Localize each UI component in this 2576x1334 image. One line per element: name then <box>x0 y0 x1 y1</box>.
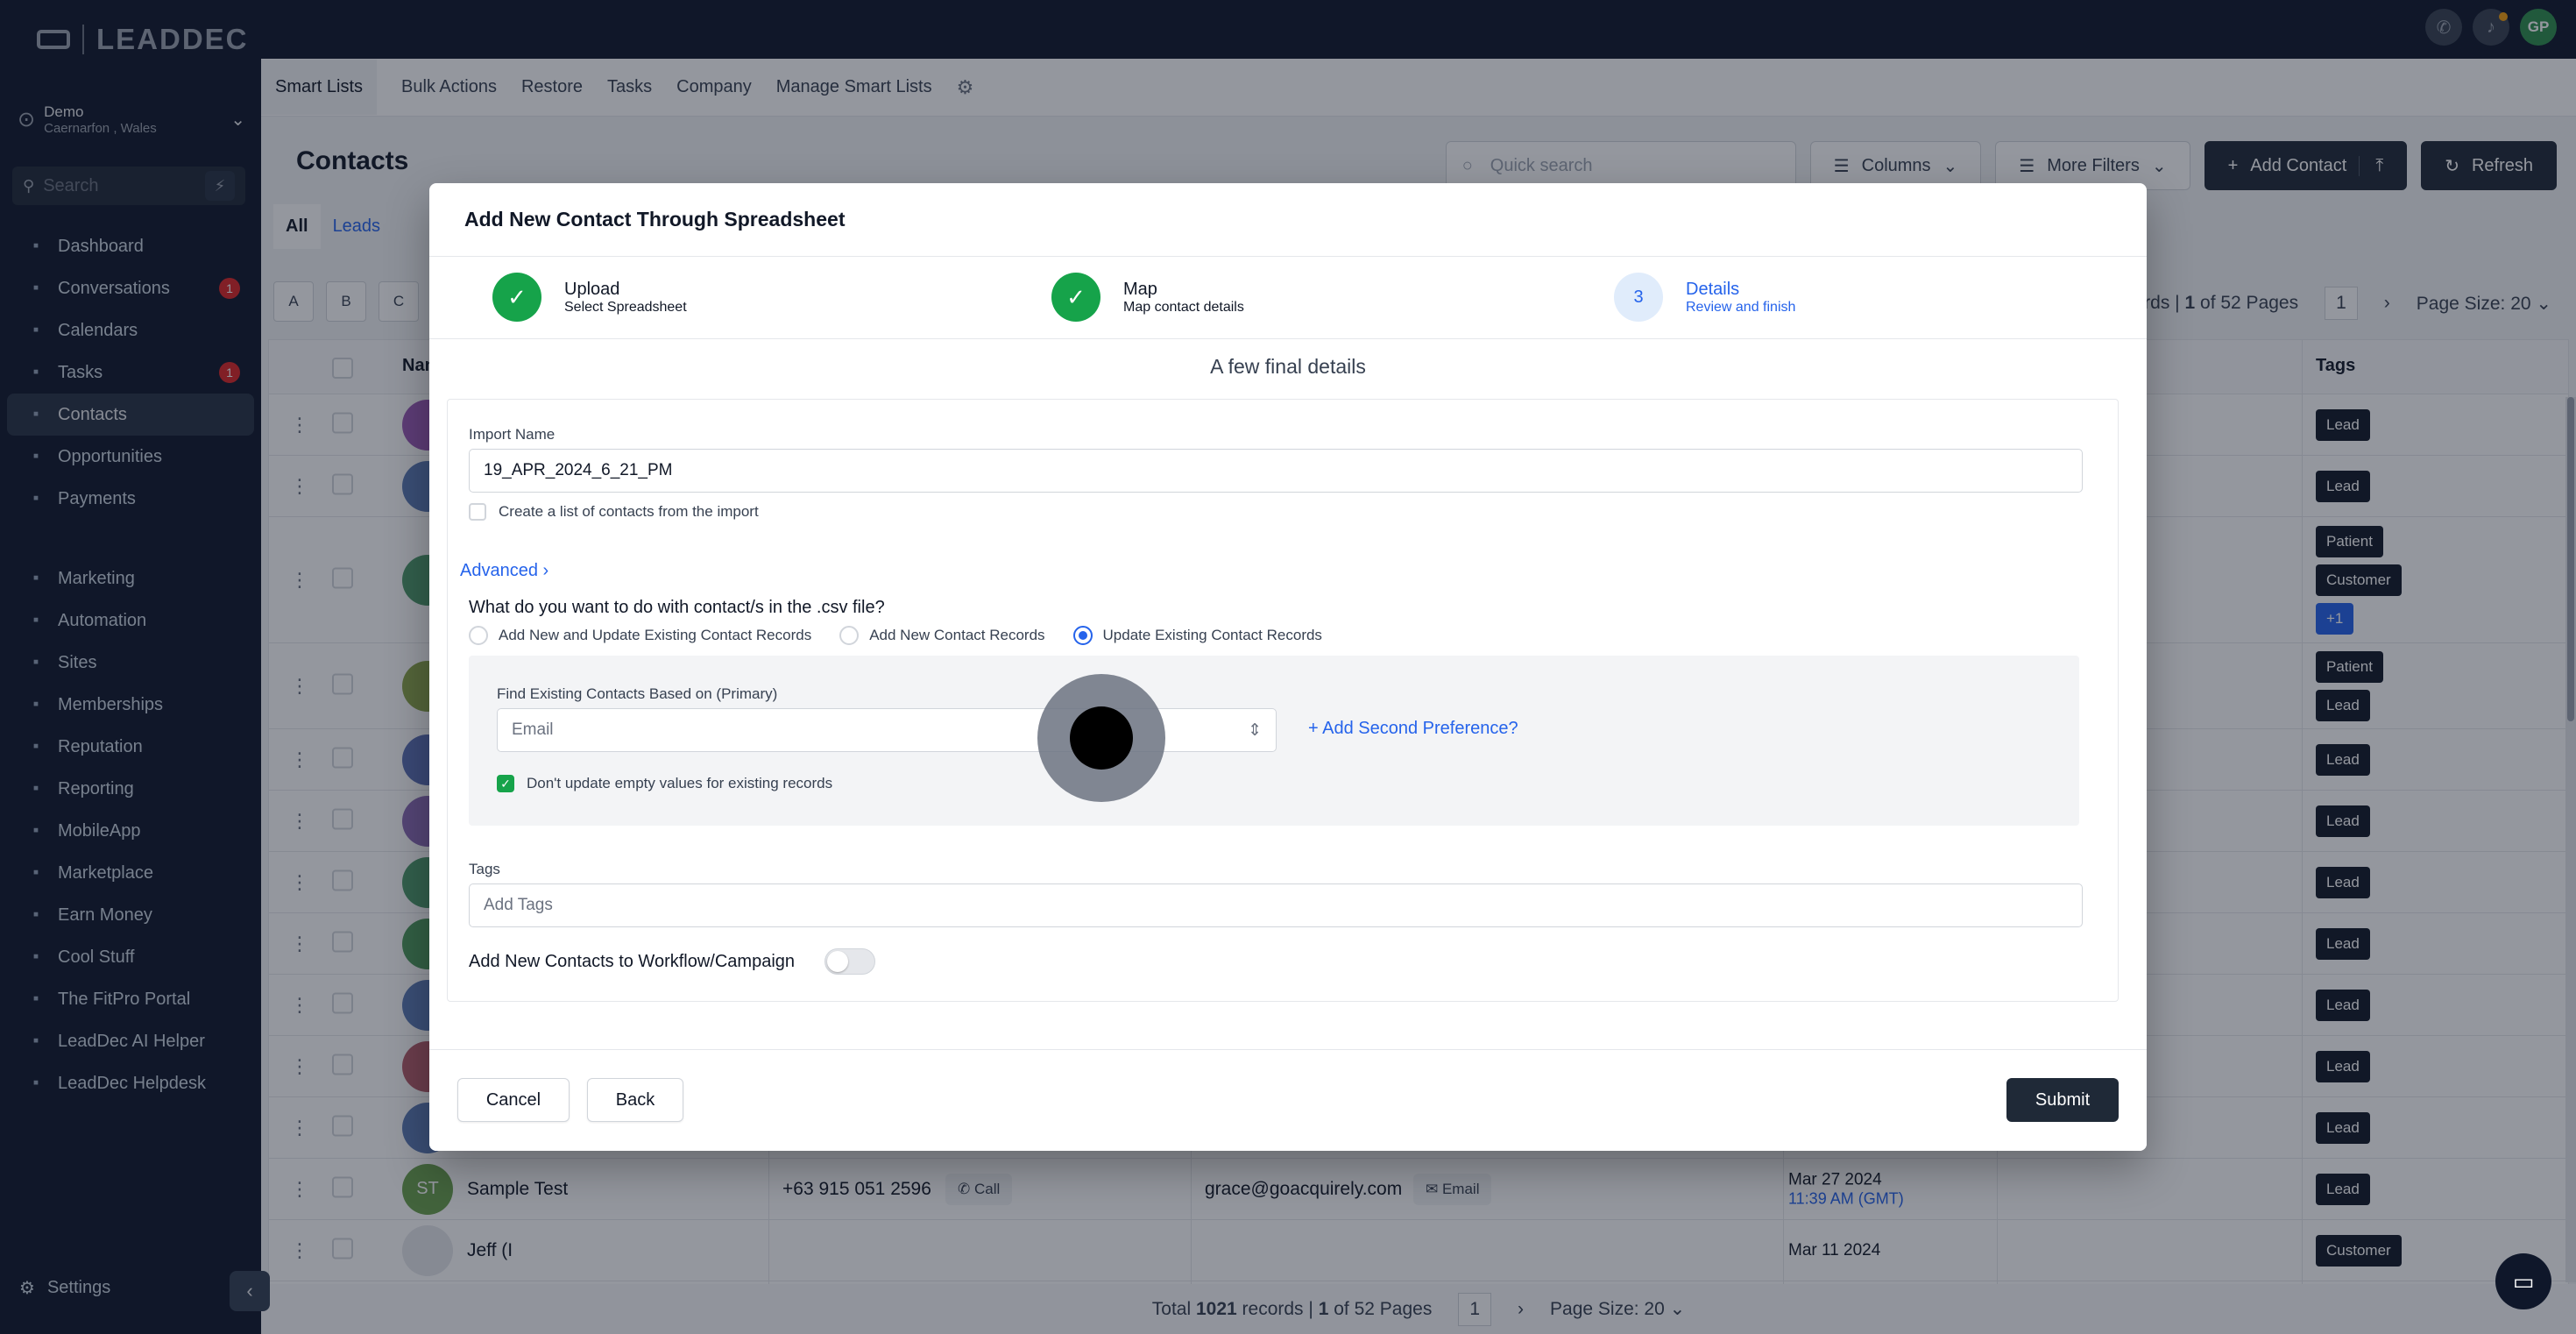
find-existing-label: Find Existing Contacts Based on (Primary… <box>497 685 778 702</box>
radio-label: Add New and Update Existing Contact Reco… <box>499 627 812 643</box>
advanced-toggle[interactable]: Advanced › <box>460 561 548 581</box>
import-name-input[interactable]: 19_APR_2024_6_21_PM <box>469 449 2083 493</box>
tags-input[interactable]: Add Tags <box>469 883 2083 927</box>
radio-button[interactable] <box>469 626 488 645</box>
details-card: Import Name 19_APR_2024_6_21_PM Create a… <box>447 399 2119 1002</box>
dont-update-label: Don't update empty values for existing r… <box>527 775 833 791</box>
stepper: ✓ Upload Select Spreadsheet ✓ Map Map co… <box>429 257 2147 339</box>
workflow-label: Add New Contacts to Workflow/Campaign <box>469 952 796 971</box>
check-icon: ✓ <box>1051 273 1100 322</box>
step-details: 3 Details Review and finish <box>1614 273 1795 322</box>
chat-widget-icon[interactable]: ▭ <box>2495 1253 2551 1309</box>
step-subtitle: Review and finish <box>1686 299 1796 315</box>
cancel-button[interactable]: Cancel <box>457 1078 570 1122</box>
radio-button-selected[interactable] <box>1072 626 1093 645</box>
radio-label: Update Existing Contact Records <box>1102 627 1322 643</box>
submit-button[interactable]: Submit <box>2006 1078 2119 1122</box>
back-button[interactable]: Back <box>587 1078 683 1122</box>
step-subtitle: Map contact details <box>1123 299 1244 315</box>
step-upload: ✓ Upload Select Spreadsheet <box>492 273 687 322</box>
create-list-checkbox[interactable] <box>469 503 486 521</box>
import-name-label: Import Name <box>469 426 556 443</box>
add-second-preference-button[interactable]: + Add Second Preference? <box>1308 719 1518 739</box>
create-list-checkbox-row[interactable]: Create a list of contacts from the impor… <box>469 503 759 521</box>
touch-cursor-indicator <box>1037 674 1165 802</box>
step-title: Details <box>1686 279 1740 299</box>
plus-icon: + <box>1308 719 1323 738</box>
workflow-toggle[interactable] <box>824 948 875 975</box>
sort-icon: ⇕ <box>1248 720 1262 740</box>
tags-label: Tags <box>469 861 500 877</box>
step-subtitle: Select Spreadsheet <box>564 299 687 315</box>
modal-footer: Cancel Back Submit <box>429 1049 2147 1151</box>
radio-label: Add New Contact Records <box>869 627 1045 643</box>
import-mode-radio-group: Add New and Update Existing Contact Reco… <box>469 626 1322 645</box>
modal-subtitle: A few final details <box>1210 355 1366 378</box>
advanced-label: Advanced <box>460 561 538 580</box>
modal-title: Add New Contact Through Spreadsheet <box>429 183 2147 257</box>
radio-update-existing[interactable]: Update Existing Contact Records <box>1072 626 1322 645</box>
radio-add-and-update[interactable]: Add New and Update Existing Contact Reco… <box>469 626 811 645</box>
create-list-label: Create a list of contacts from the impor… <box>499 503 759 520</box>
step-title: Map <box>1123 279 1157 299</box>
radio-button[interactable] <box>839 626 860 645</box>
step-map: ✓ Map Map contact details <box>1051 273 1244 322</box>
step-number: 3 <box>1614 273 1663 322</box>
match-preferences-panel: Find Existing Contacts Based on (Primary… <box>469 656 2079 826</box>
import-modal: Add New Contact Through Spreadsheet ✓ Up… <box>429 183 2147 1151</box>
csv-question: What do you want to do with contact/s in… <box>469 598 885 617</box>
radio-add-new[interactable]: Add New Contact Records <box>839 626 1045 645</box>
check-icon[interactable]: ✓ <box>497 775 514 792</box>
check-icon: ✓ <box>492 273 541 322</box>
add-second-preference-label: Add Second Preference? <box>1322 719 1518 738</box>
dont-update-checkbox-row[interactable]: ✓ Don't update empty values for existing… <box>497 775 832 792</box>
step-title: Upload <box>564 279 620 299</box>
chevron-right-icon: › <box>542 561 549 580</box>
